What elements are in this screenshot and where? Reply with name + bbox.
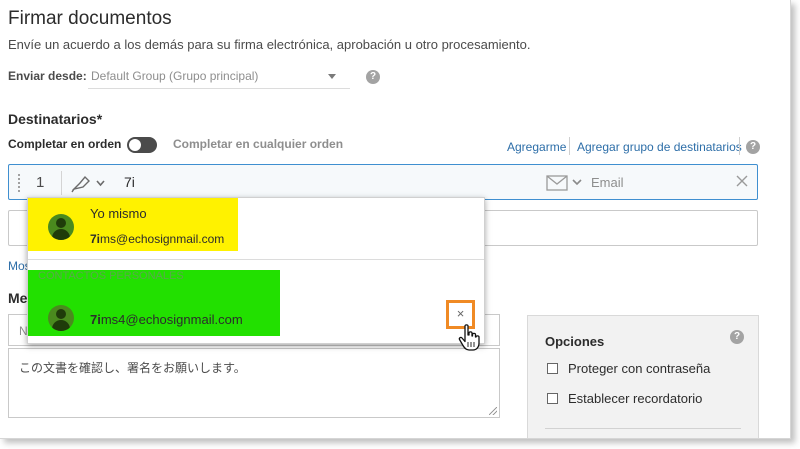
message-title: Me	[8, 290, 28, 306]
options-divider	[545, 428, 741, 429]
checkbox[interactable]	[547, 363, 558, 375]
complete-in-order-label: Completar en orden	[8, 137, 122, 151]
chevron-down-icon	[328, 74, 336, 79]
avatar-icon	[48, 305, 74, 331]
row-divider	[61, 171, 62, 195]
recipient-row: 1 7i Email	[8, 164, 758, 200]
reminder-option-label: Establecer recordatorio	[568, 391, 703, 406]
suggestion-email: 7ims@echosignmail.com	[90, 232, 224, 246]
drag-handle-icon[interactable]	[17, 173, 21, 193]
recipients-title: Destinatarios*	[8, 111, 102, 127]
required-mark: *	[96, 111, 103, 127]
avatar-icon	[48, 214, 74, 240]
signer-role-dropdown[interactable]	[71, 173, 107, 198]
recipient-email-input[interactable]: 7i	[124, 174, 135, 190]
reminder-option[interactable]: Establecer recordatorio	[547, 391, 702, 406]
sign-documents-page: Firmar documentos Envíe un acuerdo a los…	[0, 0, 791, 439]
message-textarea[interactable]: この文書を確認し、署名をお願いします。	[8, 348, 500, 418]
email-match: 7i	[90, 312, 101, 327]
password-option-label: Proteger con contraseña	[568, 361, 711, 376]
mail-icon	[546, 175, 568, 191]
resize-handle-icon[interactable]	[489, 407, 497, 415]
recipients-title-text: Destinatarios	[8, 111, 97, 127]
suggestion-name: Yo mismo	[90, 206, 147, 221]
autocomplete-dropdown: Yo mismo 7ims@echosignmail.com CONTACTOS…	[27, 197, 485, 351]
order-toggle[interactable]	[127, 137, 157, 153]
email-match: 7i	[90, 232, 101, 246]
send-from-label: Enviar desde:	[8, 69, 87, 83]
dropdown-divider	[28, 259, 484, 260]
add-recipient-group-link[interactable]: Agregar grupo de destinatarios	[577, 140, 742, 154]
message-text: この文書を確認し、署名をお願いします。	[19, 361, 246, 375]
page-title: Firmar documentos	[8, 8, 172, 29]
chevron-down-icon[interactable]	[572, 178, 582, 186]
page-subtitle: Envíe un acuerdo a los demás para su fir…	[8, 37, 531, 52]
link-divider	[569, 137, 570, 155]
toggle-knob	[129, 139, 141, 151]
hand-cursor-icon	[458, 324, 480, 351]
send-from-select[interactable]: Default Group (Grupo principal)	[88, 64, 350, 89]
email-rest: ms@echosignmail.com	[100, 232, 225, 246]
link-divider	[739, 137, 740, 155]
recipient-order-number: 1	[36, 174, 45, 191]
close-icon[interactable]	[735, 174, 749, 188]
options-title: Opciones	[545, 334, 605, 349]
pen-icon	[71, 175, 105, 193]
password-option[interactable]: Proteger con contraseña	[547, 361, 710, 376]
add-me-link[interactable]: Agregarme	[507, 140, 566, 154]
options-panel: Opciones ? Proteger con contraseña Estab…	[527, 315, 759, 438]
help-icon[interactable]: ?	[746, 140, 760, 154]
personal-contacts-label: CONTACTOS PERSONALES	[38, 270, 184, 282]
help-icon[interactable]: ?	[366, 70, 380, 84]
help-icon[interactable]: ?	[730, 330, 744, 344]
suggestion-email: 7ims4@echosignmail.com	[90, 312, 243, 327]
auth-method-label: Email	[591, 175, 624, 190]
complete-any-order-label: Completar en cualquier orden	[173, 137, 344, 151]
checkbox[interactable]	[547, 393, 558, 405]
send-from-value: Default Group (Grupo principal)	[91, 69, 259, 83]
email-rest: ms4@echosignmail.com	[100, 312, 243, 327]
